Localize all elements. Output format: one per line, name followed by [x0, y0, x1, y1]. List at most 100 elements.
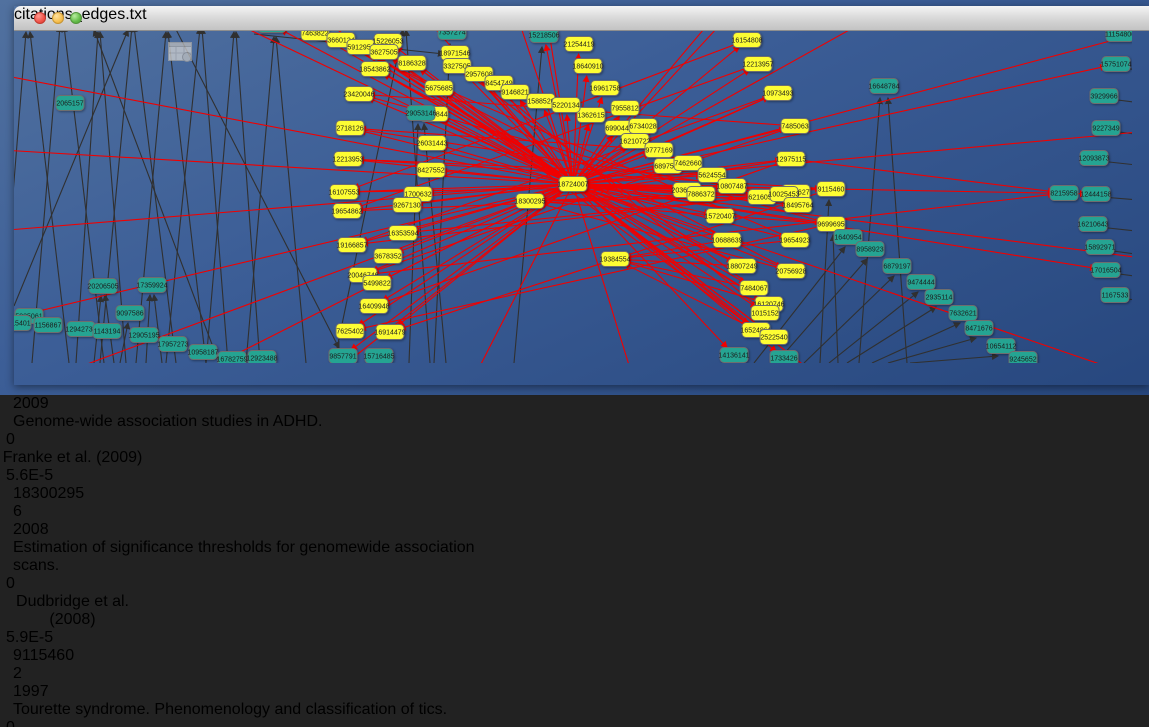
graph-node[interactable]: 5675685 — [425, 81, 453, 96]
graph-node[interactable]: 12444158 — [1080, 187, 1111, 202]
graph-node[interactable]: 7632621 — [949, 306, 977, 321]
graph-node[interactable]: 8958923 — [856, 242, 884, 257]
graph-node[interactable]: 9267130 — [393, 198, 421, 213]
table-cell[interactable]: 6 — [0, 503, 110, 521]
table-row[interactable]: 911546021997Tourette syndrome. Phenomeno… — [0, 647, 1149, 727]
table-cell[interactable]: 18300295 — [0, 485, 96, 503]
graph-node[interactable]: 1362615 — [577, 108, 605, 123]
graph-node[interactable]: 10688639 — [711, 233, 742, 248]
graph-node[interactable]: 15751074 — [1100, 57, 1131, 72]
table-cell[interactable]: 2 — [0, 665, 110, 683]
graph-edge[interactable] — [246, 37, 274, 363]
graph-node[interactable]: 8215958 — [1050, 186, 1078, 201]
graph-node[interactable]: 7485063 — [781, 119, 809, 134]
table-cell[interactable]: 0 — [0, 431, 93, 449]
graph-node[interactable]: 2522540 — [760, 330, 788, 345]
graph-node[interactable]: 21254419 — [563, 37, 594, 52]
table-cell[interactable]: Tourette syndrome. Phenomenology and cla… — [0, 701, 515, 719]
graph-node[interactable]: 16782759 — [216, 352, 247, 364]
graph-node[interactable]: 23420046 — [343, 87, 374, 102]
graph-node[interactable]: 7955812 — [611, 101, 639, 116]
delete-table-icon[interactable] — [167, 51, 199, 68]
graph-node[interactable]: 8427552 — [417, 163, 445, 178]
table-cell[interactable]: 5.9E-5 — [0, 629, 98, 647]
graph-node[interactable]: 16210643 — [1077, 217, 1108, 232]
graph-node[interactable]: 19654862 — [331, 204, 362, 219]
table-cell[interactable]: 2009 — [0, 395, 79, 413]
graph-node[interactable]: 10958187 — [187, 345, 218, 360]
table-cell[interactable]: 0 — [0, 575, 93, 593]
graph-node[interactable]: 1015152 — [751, 306, 779, 321]
graph-node[interactable]: 16353594 — [387, 226, 418, 241]
table-cell[interactable]: Franke et al. (2009) — [0, 449, 145, 467]
graph-node[interactable]: 16914479 — [374, 325, 405, 340]
graph-node[interactable]: 16409948 — [358, 299, 389, 314]
table-cell[interactable]: 0 — [0, 719, 93, 727]
graph-node[interactable]: 7625402 — [336, 324, 364, 339]
graph-node[interactable]: 6734028 — [629, 119, 657, 134]
graph-node[interactable]: 17957273 — [157, 337, 188, 352]
graph-node[interactable]: 19166857 — [336, 238, 367, 253]
graph-node[interactable]: 9227349 — [1092, 121, 1120, 136]
graph-node[interactable]: 5220134 — [552, 98, 580, 113]
graph-edge[interactable] — [888, 98, 907, 363]
graph-node[interactable]: 3627505 — [370, 45, 398, 60]
graph-node[interactable]: 19654923 — [779, 233, 810, 248]
graph-node[interactable]: 2935114 — [925, 290, 953, 305]
graph-node[interactable]: 15892971 — [1084, 240, 1115, 255]
table-cell[interactable]: 5.6E-5 — [0, 467, 98, 485]
close-window-icon[interactable] — [34, 12, 46, 24]
graph-node[interactable]: 16648784 — [868, 79, 899, 94]
graph-node[interactable]: 3915401 — [14, 316, 31, 331]
graph-node[interactable]: 12942737 — [65, 322, 96, 337]
graph-node[interactable]: 8186328 — [398, 56, 426, 71]
graph-node[interactable]: 12093873 — [1078, 151, 1109, 166]
minimize-window-icon[interactable] — [52, 12, 64, 24]
graph-node[interactable]: 10807487 — [716, 179, 747, 194]
graph-node[interactable]: 16961758 — [589, 81, 620, 96]
graph-node[interactable]: 12213953 — [332, 152, 363, 167]
graph-node[interactable]: 9115460 — [817, 182, 845, 197]
graph-edge[interactable] — [76, 32, 98, 363]
graph-node[interactable]: 3929966 — [1090, 89, 1118, 104]
graph-node[interactable]: 19384554 — [599, 252, 630, 267]
graph-node[interactable]: 18724007 — [557, 177, 588, 192]
table-cell[interactable]: Dudbridge et al. (2008) — [0, 593, 145, 629]
graph-node[interactable]: 15720407 — [704, 209, 735, 224]
graph-edge[interactable] — [14, 32, 26, 306]
graph-node[interactable]: 16107553 — [328, 185, 359, 200]
graph-node[interactable]: 14136141 — [718, 348, 749, 363]
graph-edge[interactable] — [276, 37, 306, 363]
graph-node[interactable]: 20206505 — [87, 279, 118, 294]
graph-node[interactable]: 9474444 — [907, 275, 935, 290]
graph-node[interactable]: 17359924 — [136, 278, 167, 293]
table-cell[interactable]: Genome-wide association studies in ADHD. — [0, 413, 515, 431]
graph-node[interactable]: 17016504 — [1090, 263, 1121, 278]
graph-node[interactable]: 5499822 — [363, 276, 391, 291]
graph-node[interactable]: 15716485 — [363, 349, 394, 364]
graph-node[interactable]: 9857791 — [329, 349, 357, 364]
table-row[interactable]: 1830029562008Estimation of significance … — [0, 485, 1149, 647]
graph-node[interactable]: 3678352 — [374, 249, 402, 264]
graph-edge[interactable] — [206, 32, 234, 363]
graph-node[interactable]: 16154808 — [731, 33, 762, 48]
table-cell[interactable]: Estimation of significance thresholds fo… — [0, 539, 515, 575]
graph-node[interactable]: 26031443 — [416, 136, 447, 151]
table-cell[interactable]: 9115460 — [0, 647, 96, 665]
graph-node[interactable]: 7886372 — [687, 187, 715, 202]
zoom-window-icon[interactable] — [70, 12, 82, 24]
table-cell[interactable]: 2008 — [0, 521, 79, 539]
network-window-titlebar[interactable]: citations_edges.txt — [14, 6, 1149, 31]
graph-node[interactable]: 7462660 — [674, 156, 702, 171]
graph-edge[interactable] — [833, 235, 838, 363]
graph-node[interactable]: 20756928 — [775, 264, 806, 279]
graph-edge[interactable] — [64, 26, 104, 363]
graph-edge[interactable] — [910, 356, 998, 363]
graph-node[interactable]: 12213957 — [742, 57, 773, 72]
graph-node[interactable]: 1156867 — [34, 318, 62, 333]
graph-node[interactable]: 12905195 — [128, 328, 159, 343]
graph-node[interactable]: 9097586 — [116, 306, 144, 321]
graph-node[interactable]: 1143194 — [93, 324, 121, 339]
graph-node[interactable]: 9777169 — [645, 143, 673, 158]
graph-edge[interactable] — [872, 323, 960, 363]
